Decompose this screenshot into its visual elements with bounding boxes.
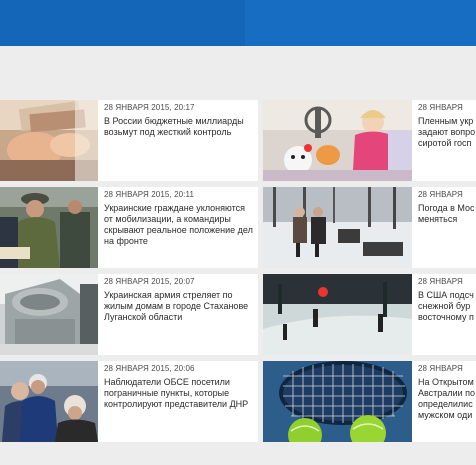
- news-headline[interactable]: Украинская армия стреляет по жилым домам…: [104, 290, 248, 323]
- news-date: 28 ЯНВАРЯ 2015, 20:17: [104, 103, 195, 112]
- headline-line: пограничные пункты, которые: [104, 388, 230, 398]
- news-date: 28 ЯНВАРЯ: [418, 103, 463, 112]
- news-headline[interactable]: Пленным укр задают вопро сиротой госп: [418, 116, 475, 149]
- headline-line: В США подсч: [418, 290, 474, 300]
- headline-line: задают вопро: [418, 127, 476, 137]
- observers-image: [0, 361, 98, 442]
- headline-line: сиротой госп: [418, 138, 472, 148]
- news-headline[interactable]: Погода в Мос меняться: [418, 203, 475, 225]
- headline-line: жилым домам в городе Стаханове: [104, 301, 249, 311]
- money-counting-image: [0, 100, 98, 181]
- news-card[interactable]: 28 ЯНВАРЯ В США подсч снежной бур восточ…: [263, 274, 476, 355]
- headline-line: на фронте: [104, 236, 148, 246]
- news-headline[interactable]: На Открытом Австралии по определилис муж…: [418, 377, 475, 421]
- snowy-park-image: [263, 187, 412, 268]
- headline-line: Австралии по: [418, 388, 476, 398]
- headline-line: определилис: [418, 399, 473, 409]
- news-headline[interactable]: В России бюджетные миллиарды возьмут под…: [104, 116, 244, 138]
- headline-line: Наблюдатели ОБСЕ посетили: [104, 377, 230, 387]
- news-card[interactable]: 28 ЯНВАРЯ 2015, 20:17 В России бюджетные…: [0, 100, 258, 181]
- news-card[interactable]: 28 ЯНВАРЯ Погода в Мос меняться: [263, 187, 476, 268]
- news-headline[interactable]: Наблюдатели ОБСЕ посетили пограничные пу…: [104, 377, 248, 410]
- news-date: 28 ЯНВАРЯ 2015, 20:11: [104, 190, 195, 199]
- headline-line: восточному п: [418, 312, 474, 322]
- news-date: 28 ЯНВАРЯ: [418, 364, 463, 373]
- headline-line: Украинская армия стреляет по: [104, 290, 233, 300]
- news-date: 28 ЯНВАРЯ 2015, 20:06: [104, 364, 195, 373]
- headline-line: Луганской области: [104, 312, 183, 322]
- headline-line: снежной бур: [418, 301, 471, 311]
- snowy-night-street-image: [263, 274, 412, 355]
- news-headline[interactable]: В США подсч снежной бур восточному п: [418, 290, 474, 323]
- headline-line: возьмут под жесткий контроль: [104, 127, 232, 137]
- headline-line: мужском оди: [418, 410, 473, 420]
- header-spacer: [0, 46, 476, 100]
- headline-line: скрывают реальное положение дел: [104, 225, 253, 235]
- headline-line: контролируют представители ДНР: [104, 399, 249, 409]
- headline-line: от мобилизации, а командиры: [104, 214, 231, 224]
- news-card[interactable]: 28 ЯНВАРЯ На Открытом Австралии по опред…: [263, 361, 476, 442]
- tennis-racket-image: [263, 361, 412, 442]
- news-headline[interactable]: Украинские граждане уклоняются от мобили…: [104, 203, 253, 247]
- news-date: 28 ЯНВАРЯ: [418, 190, 463, 199]
- headline-line: На Открытом: [418, 377, 474, 387]
- headline-line: В России бюджетные миллиарды: [104, 116, 244, 126]
- soldiers-image: [0, 187, 98, 268]
- news-date: 28 ЯНВАРЯ 2015, 20:07: [104, 277, 195, 286]
- news-card[interactable]: 28 ЯНВАРЯ 2015, 20:11 Украинские граждан…: [0, 187, 258, 268]
- header-shade: [245, 0, 476, 46]
- headline-line: Погода в Мос: [418, 203, 475, 213]
- news-card[interactable]: 28 ЯНВАРЯ Пленным укр задают вопро сирот…: [263, 100, 476, 181]
- news-card[interactable]: 28 ЯНВАРЯ 2015, 20:07 Украинская армия с…: [0, 274, 258, 355]
- news-card[interactable]: 28 ЯНВАРЯ 2015, 20:06 Наблюдатели ОБСЕ п…: [0, 361, 258, 442]
- headline-line: меняться: [418, 214, 458, 224]
- headline-line: Пленным укр: [418, 116, 474, 126]
- app-header-bar: [0, 0, 476, 46]
- destroyed-building-image: [0, 274, 98, 355]
- headline-line: Украинские граждане уклоняются: [104, 203, 245, 213]
- child-with-toys-image: [263, 100, 412, 181]
- news-date: 28 ЯНВАРЯ: [418, 277, 463, 286]
